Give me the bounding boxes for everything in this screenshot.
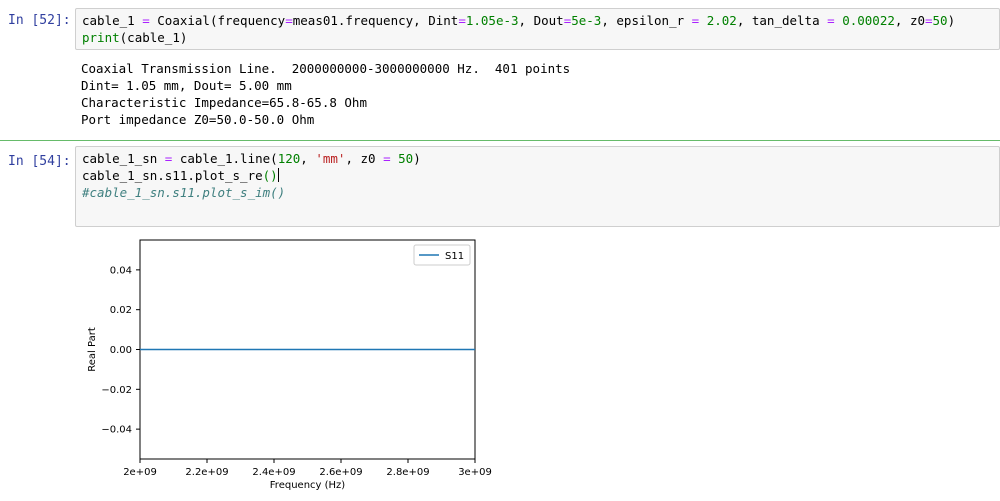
code-token: 'mm'	[315, 151, 346, 166]
code-cell-52[interactable]: cable_1 = Coaxial(frequency=meas01.frequ…	[75, 8, 1000, 50]
code-line: cable_1 = Coaxial(frequency=meas01.frequ…	[82, 12, 993, 29]
code-token: 0.00022	[842, 13, 895, 28]
code-token: ()	[262, 168, 278, 183]
code-token: )	[947, 13, 956, 28]
code-token: 5e-3	[571, 13, 602, 28]
code-token: =	[285, 13, 293, 28]
x-tick-label: 2.8e+09	[386, 467, 429, 478]
x-tick-label: 2.6e+09	[319, 467, 362, 478]
code-token: , tan_delta	[736, 13, 828, 28]
code-token: , z0	[894, 13, 925, 28]
code-token: cable_1_sn.s11.plot_s_re	[82, 168, 263, 183]
text-cursor	[277, 168, 279, 182]
x-tick-label: 3e+09	[458, 467, 492, 478]
output-line: Characteristic Impedance=65.8-65.8 Ohm	[81, 95, 367, 110]
code-token: #cable_1_sn.s11.plot_s_im()	[82, 185, 286, 200]
cell-prompt-52: In [52]:	[8, 13, 71, 28]
x-axis-label: Frequency (Hz)	[270, 480, 346, 491]
y-tick-label: −0.04	[101, 425, 132, 436]
code-token: =	[142, 13, 150, 28]
code-token: =	[458, 13, 466, 28]
code-token: cable_1	[82, 13, 143, 28]
y-tick-label: 0.02	[110, 305, 132, 316]
code-token: print	[82, 30, 120, 45]
code-token: cable_1_sn	[82, 151, 165, 166]
y-tick-label: −0.02	[101, 385, 132, 396]
code-token: cable_1.line(	[172, 151, 278, 166]
s11-real-part-plot: 0.04 0.02 0.00 −0.02 −0.04 2e+09 2.2e+09 2.4e+0…	[87, 239, 492, 491]
y-axis-label: Real Part	[87, 327, 98, 372]
code-token: (cable_1)	[119, 30, 188, 45]
code-line: cable_1_sn.s11.plot_s_re()	[82, 167, 993, 184]
code-token: meas01.frequency, Dint	[292, 13, 459, 28]
cell-output-52: Coaxial Transmission Line. 2000000000-30…	[81, 60, 570, 128]
code-token: 1.05e-3	[465, 13, 519, 28]
output-line: Coaxial Transmission Line. 2000000000-30…	[81, 61, 571, 76]
code-token: , epsilon_r	[601, 13, 692, 28]
code-token: =	[383, 151, 391, 166]
code-line: cable_1_sn = cable_1.line(120, 'mm', z0 …	[82, 150, 993, 167]
x-tick-label: 2.2e+09	[185, 467, 228, 478]
x-tick-label: 2.4e+09	[252, 467, 295, 478]
cell-separator	[0, 140, 1000, 141]
y-tick-label: 0.00	[110, 345, 132, 356]
code-line: print(cable_1)	[82, 29, 993, 46]
code-token: , Dout	[518, 13, 564, 28]
code-token: , z0	[345, 151, 384, 166]
code-token: 120	[277, 151, 301, 166]
y-tick-label: 0.04	[110, 265, 132, 276]
output-line: Dint= 1.05 mm, Dout= 5.00 mm	[81, 78, 292, 93]
x-tick-label: 2e+09	[123, 467, 157, 478]
code-token: =	[925, 13, 933, 28]
code-token: ,	[300, 151, 316, 166]
output-line: Port impedance Z0=50.0-50.0 Ohm	[81, 112, 315, 127]
code-cell-54[interactable]: cable_1_sn = cable_1.line(120, 'mm', z0 …	[75, 146, 1000, 227]
code-token: Coaxial(frequency	[149, 13, 286, 28]
code-line: #cable_1_sn.s11.plot_s_im()	[82, 184, 993, 201]
code-token: 50	[398, 151, 414, 166]
code-token: 50	[932, 13, 948, 28]
code-token: )	[413, 151, 421, 166]
code-token: =	[827, 13, 835, 28]
code-token: 2.02	[706, 13, 737, 28]
legend-label: S11	[445, 251, 464, 262]
cell-prompt-54: In [54]:	[8, 154, 71, 169]
